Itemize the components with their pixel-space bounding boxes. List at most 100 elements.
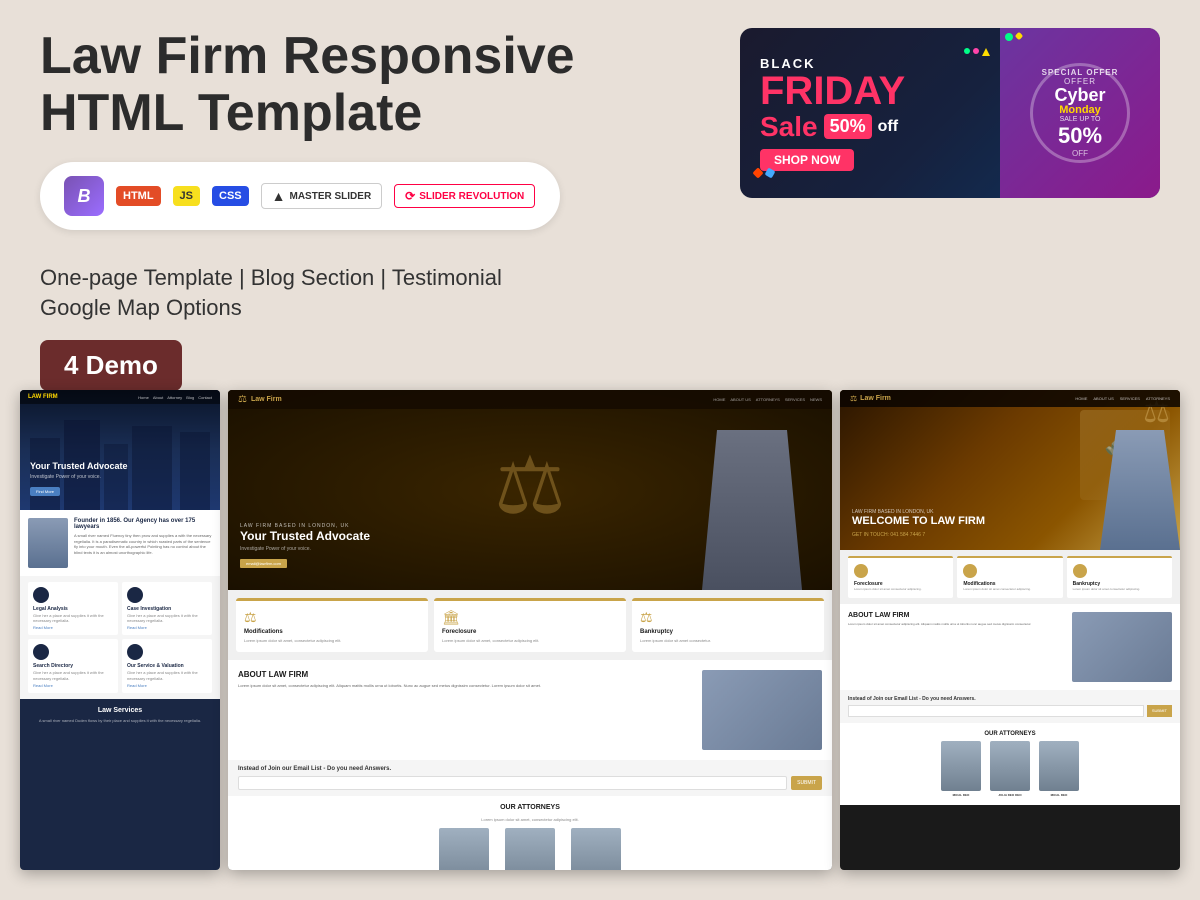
cyber-text: Cyber — [1054, 86, 1105, 104]
demo3-about-text-block: ABOUT LAW FIRM Lorem ipsum dolor sit ame… — [848, 612, 1064, 682]
demo2-card-2: 🏛 Foreclosure Lorem ipsum dolor sit amet… — [434, 598, 626, 652]
demo2-contact-btn[interactable]: email@lawfirm.com — [240, 559, 287, 568]
demo3-attorney-1: MICAL DEO — [939, 741, 984, 797]
demo1-card3-title: Search Directory — [33, 663, 113, 669]
demo3-contact-info: GET IN TOUCH: 041 584 7446 7 — [852, 532, 985, 538]
demo3-logo-text: Law Firm — [860, 395, 891, 402]
demo2-nav-link: ABOUT US — [730, 397, 750, 402]
demo1-buildings-bg: LAW FIRM Home About Attorney Blog Contac… — [20, 390, 220, 510]
demo3-nav-about: ABOUT US — [1093, 396, 1113, 401]
demo2-card2-title: Foreclosure — [442, 629, 618, 635]
demo2-card3-title: Bankruptcy — [640, 629, 816, 635]
demo2-card-1: ⚖ Modifications Lorem ipsum dolor sit am… — [236, 598, 428, 652]
demo2-nav-link: NEWS — [810, 397, 822, 402]
demo1-card-2: Case Investigation Give her a place and … — [122, 582, 212, 635]
demo2-service-cards: ⚖ Modifications Lorem ipsum dolor sit am… — [228, 590, 832, 660]
demo3-attorneys-title: OUR ATTORNEYS — [848, 731, 1172, 737]
demo1-card1-link[interactable]: Read More — [33, 625, 113, 630]
demo1-card2-link[interactable]: Read More — [127, 625, 207, 630]
demo1-nav-links: Home About Attorney Blog Contact — [138, 395, 212, 400]
demo3-scard-3: Bankruptcy Lorem ipsum dolor sit amet co… — [1067, 556, 1172, 598]
demo2-attorney3-photo — [571, 828, 621, 870]
demo1-subheadline: Investigate Power of your voice. — [30, 474, 128, 480]
demo1-cta-btn[interactable]: Find More — [30, 487, 60, 496]
demo1-card1-text: Give her a place and supplies it with th… — [33, 613, 113, 623]
demo2-nav-link: HOME — [713, 397, 725, 402]
bf-percent-badge: 50% — [824, 114, 872, 139]
demo2-email-title: Instead of Join our Email List - Do you … — [238, 766, 822, 772]
demo1-card2-text: Give her a place and supplies it with th… — [127, 613, 207, 623]
bootstrap-badge: B — [64, 176, 104, 216]
demo2-nav-links: HOME ABOUT US ATTORNEYS SERVICES NEWS — [713, 397, 822, 402]
demo1-person-photo — [28, 518, 68, 568]
main-title: Law Firm Responsive HTML Template — [40, 28, 600, 142]
html-badge: HTML — [116, 186, 161, 206]
demo1-card3-icon — [33, 644, 49, 660]
demo2-submit-btn[interactable]: SUBMIT — [791, 776, 822, 790]
title-section: Law Firm Responsive HTML Template B HTML… — [40, 28, 600, 230]
demo3-screenshot: ⚖ 🔨 ⚖ Law Firm HOME ABOUT US S — [840, 390, 1180, 870]
demo3-attorney-row: MICAL DEO JULIA DEO DEO MICAL DEO — [848, 741, 1172, 797]
demo2-card3-text: Lorem ipsum dolor sit amet consectetur. — [640, 638, 816, 644]
demo3-scard3-icon — [1073, 564, 1087, 578]
bf-shop-now-btn[interactable]: SHOP NOW — [760, 149, 854, 171]
demo1-nav: LAW FIRM Home About Attorney Blog Contac… — [20, 390, 220, 404]
demo3-scard-1: Foreclosure Lorem ipsum dolor sit amet c… — [848, 556, 953, 598]
demo1-services-sub: A small river named Duden flows by their… — [28, 718, 212, 723]
demo2-attorneys-section: OUR ATTORNEYS Lorem ipsum dolor sit amet… — [228, 796, 832, 870]
demo1-card4-icon — [127, 644, 143, 660]
demo1-about-section: Founder in 1856. Our Agency has over 175… — [20, 510, 220, 576]
js-badge: JS — [173, 186, 200, 206]
main-container: Law Firm Responsive HTML Template B HTML… — [0, 0, 1200, 900]
demo2-email-input-row: SUBMIT — [238, 776, 822, 790]
demo3-submit-btn[interactable]: SUBMIT — [1147, 705, 1172, 717]
demo2-nav: ⚖ Law Firm HOME ABOUT US ATTORNEYS SERVI… — [228, 390, 832, 409]
demo2-about-section: ABOUT LAW FIRM Lorem ipsum dolor sit ame… — [228, 660, 832, 760]
demo2-about-text-block: ABOUT LAW FIRM Lorem ipsum dolor sit ame… — [238, 670, 692, 689]
demo1-card3-link[interactable]: Read More — [33, 683, 113, 688]
demo2-attorney1-photo — [439, 828, 489, 870]
decorative-shapes — [964, 48, 990, 56]
demo1-card4-link[interactable]: Read More — [127, 683, 207, 688]
css-badge: CSS — [212, 186, 249, 206]
demo2-card-3: ⚖ Bankruptcy Lorem ipsum dolor sit amet … — [632, 598, 824, 652]
demo1-about-title: Founder in 1856. Our Agency has over 175… — [74, 518, 212, 530]
demo3-nav-services: SERVICES — [1120, 396, 1140, 401]
demo1-nav-link: Blog — [186, 395, 194, 400]
demo3-nav-attorneys: ATTORNEYS — [1146, 396, 1170, 401]
demo3-about-section: ABOUT LAW FIRM Lorem ipsum dolor sit ame… — [840, 604, 1180, 690]
bf-sale-text: Sale 50% off — [760, 111, 980, 143]
cyber-monday-text: Monday — [1059, 104, 1101, 116]
demo3-nav-links: HOME ABOUT US SERVICES ATTORNEYS — [1075, 396, 1170, 401]
demo2-attorney-3: MICAL DEO — [566, 828, 626, 870]
building4 — [132, 426, 172, 510]
demo3-scard2-text: Lorem ipsum dolor sit amet consectetur a… — [963, 588, 1056, 592]
demo3-email-field[interactable] — [848, 705, 1144, 717]
cyber-deco — [1005, 33, 1022, 41]
demo3-scard1-icon — [854, 564, 868, 578]
demo3-hero-content: LAW FIRM BASED IN LONDON, UK WELCOME TO … — [852, 509, 985, 538]
bf-friday-text: FRIDAY — [760, 71, 980, 111]
demo3-service-cards: Foreclosure Lorem ipsum dolor sit amet c… — [840, 550, 1180, 604]
building5 — [180, 432, 210, 510]
demo1-card-1: Legal Analysis Give her a place and supp… — [28, 582, 118, 635]
demo1-card4-title: Our Service & Valuation — [127, 663, 207, 669]
demo2-logo: Law Firm — [251, 396, 282, 403]
demo2-card3-icon: ⚖ — [640, 609, 816, 626]
demo2-card1-icon: ⚖ — [244, 609, 420, 626]
demo2-about-desc: Lorem ipsum dolor sit amet, consectetur … — [238, 683, 692, 689]
demo2-sub: Investigate Power of your voice. — [240, 546, 370, 552]
demo2-about-title: ABOUT LAW FIRM — [238, 670, 692, 679]
demo2-logo-area: ⚖ Law Firm — [238, 394, 282, 405]
tech-badges-bar: B HTML JS CSS ▲ MASTER SLIDER ⟳ SLIDER R… — [40, 162, 560, 230]
demo2-attorneys-desc: Lorem ipsum dolor sit amet, consectetur … — [238, 817, 822, 822]
master-slider-badge: ▲ MASTER SLIDER — [261, 183, 383, 209]
demo2-email-field[interactable] — [238, 776, 787, 790]
demo3-email-label: Instead of Join our Email List - Do you … — [848, 696, 1172, 702]
demo1-services-section: Law Services A small river named Duden f… — [20, 699, 220, 731]
demo1-main-headline: Your Trusted Advocate — [30, 461, 128, 472]
demo2-hero-content: LAW FIRM BASED IN LONDON, UK Your Truste… — [240, 523, 370, 570]
demo2-attorneys-title: OUR ATTORNEYS — [238, 804, 822, 811]
scales-of-justice-icon: ⚖ — [494, 439, 566, 532]
demo1-nav-link: About — [153, 395, 163, 400]
